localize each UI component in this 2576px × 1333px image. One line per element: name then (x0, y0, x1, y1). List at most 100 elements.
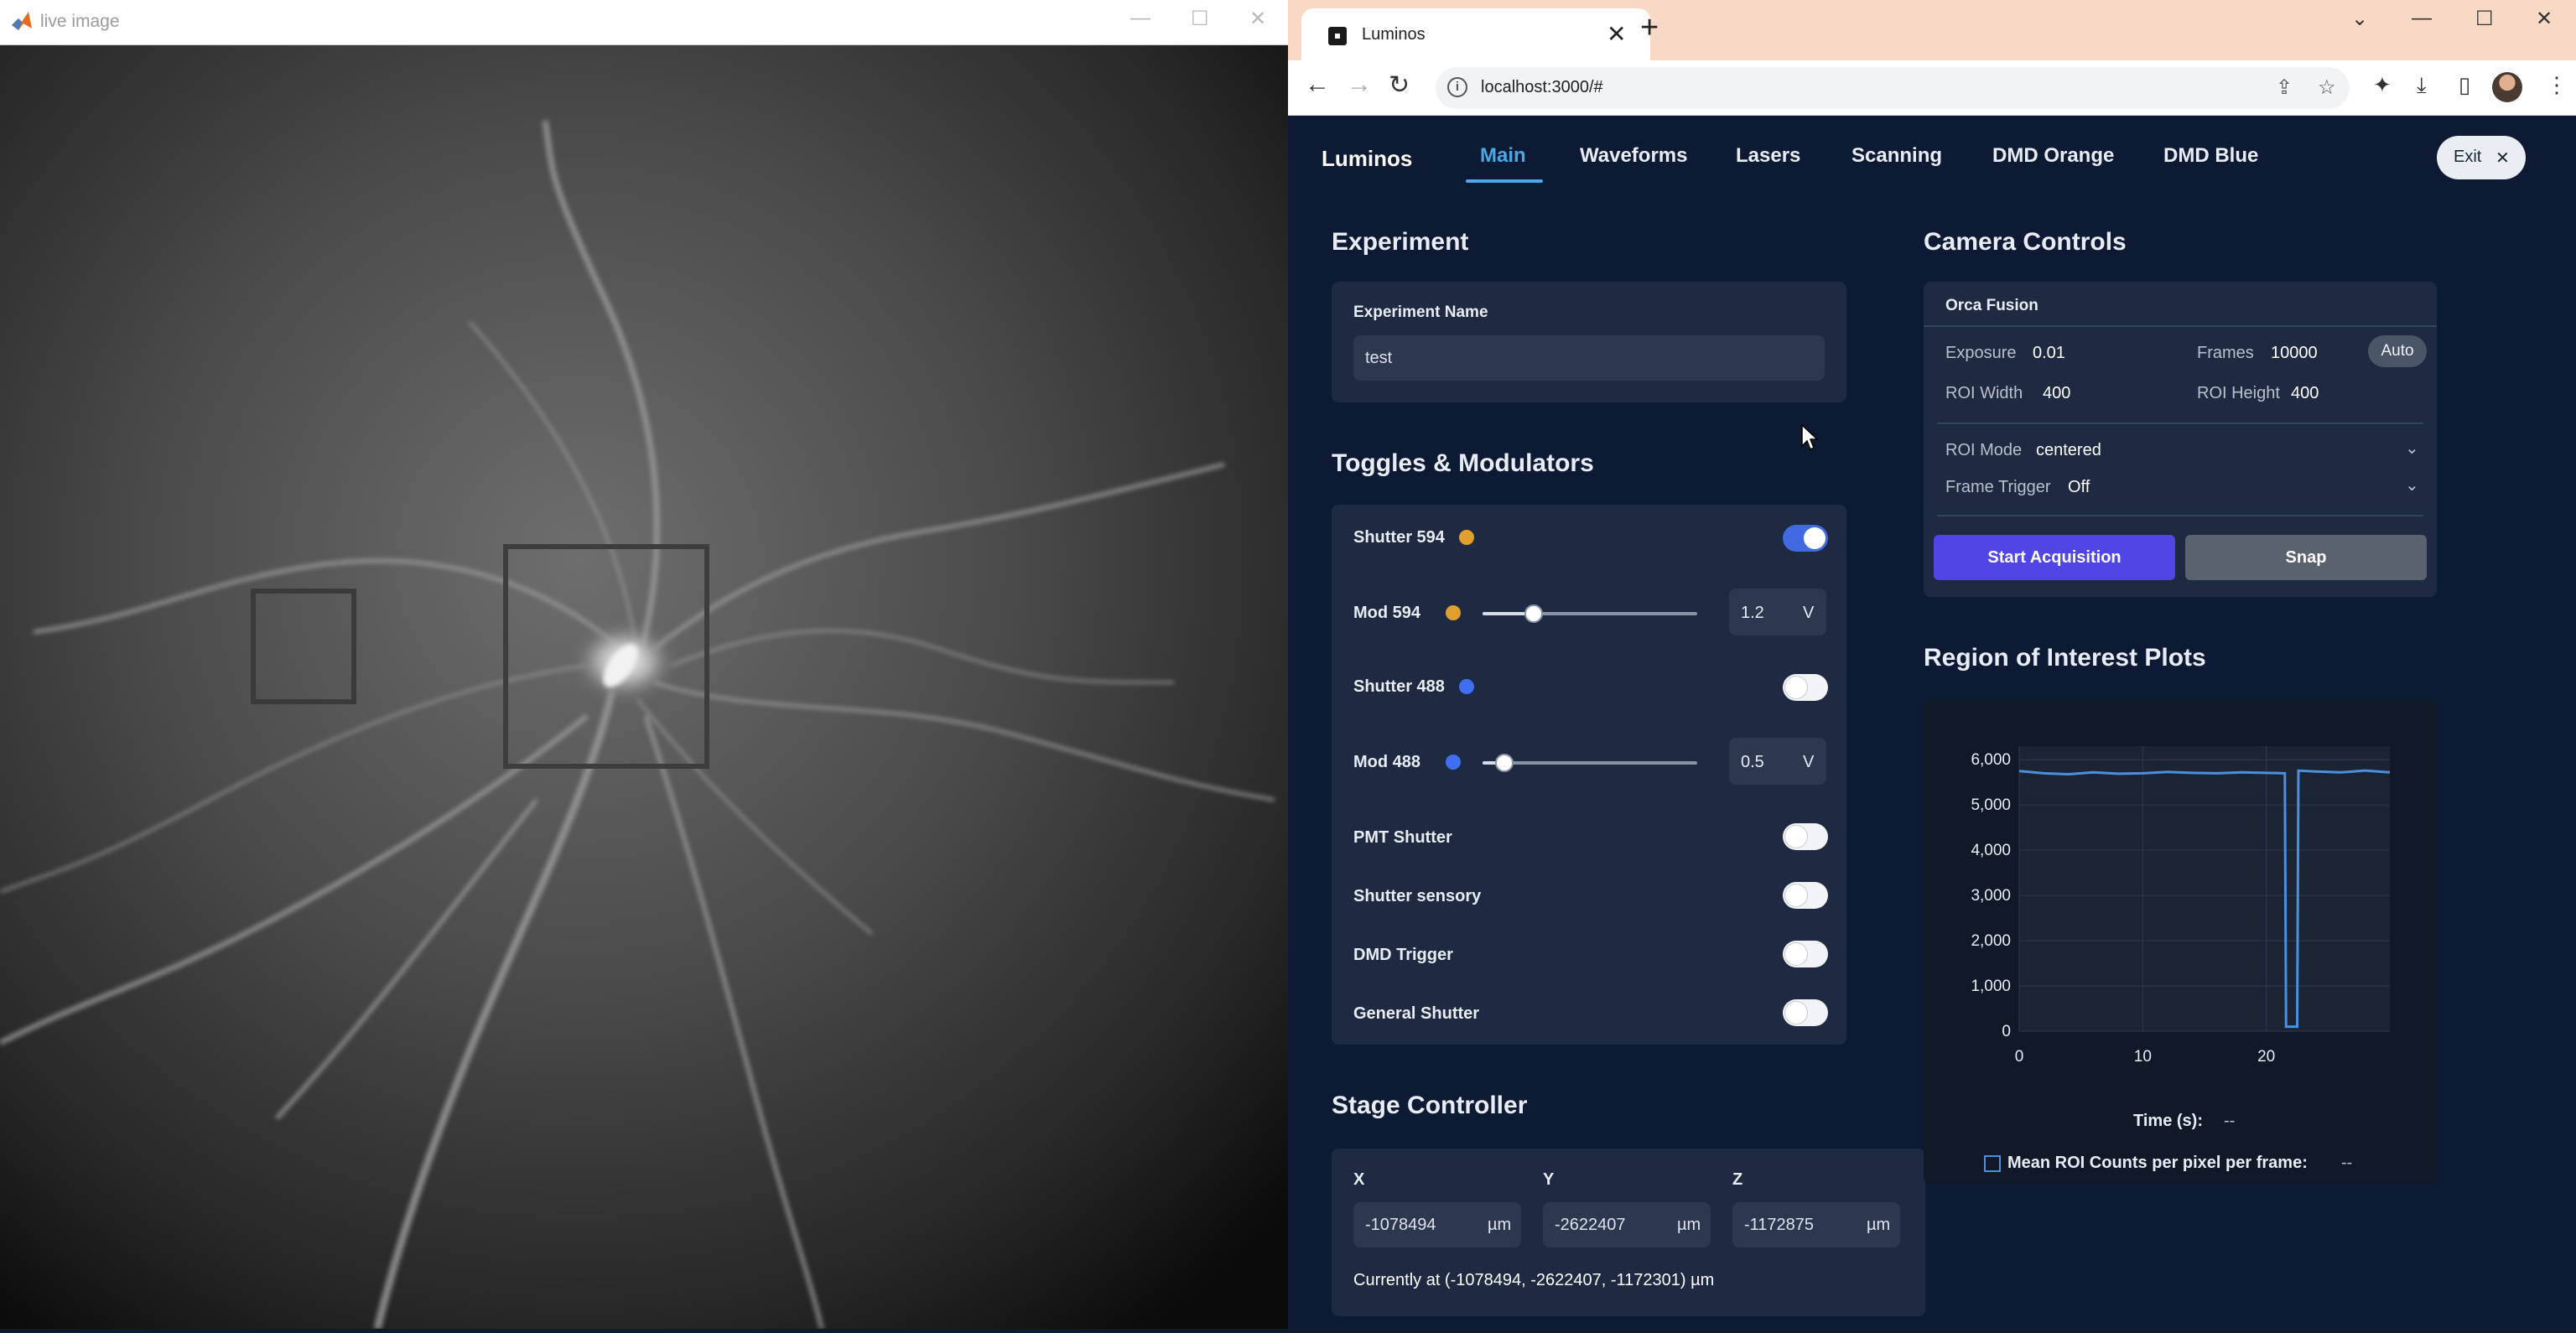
profile-avatar[interactable] (2492, 72, 2522, 102)
toggles-title: Toggles & Modulators (1332, 449, 1594, 477)
mod-594-input[interactable]: 1.2 V (1729, 589, 1826, 635)
y-tick-label: 2,000 (1971, 932, 2011, 950)
tab-dmd-blue[interactable]: DMD Blue (2163, 144, 2258, 168)
stage-z-value: -1172875 (1744, 1216, 1815, 1234)
stage-y-unit: µm (1677, 1216, 1701, 1234)
forward-icon[interactable]: → (1347, 70, 1372, 99)
start-acquisition-button[interactable]: Start Acquisition (1934, 535, 2175, 580)
roi-line-chart[interactable]: 0 1,000 2,000 3,000 4,000 5,000 6,000 0 10 20 (1924, 699, 2437, 1085)
mod-594-slider-thumb[interactable] (1524, 604, 1544, 623)
shutter-488-indicator (1459, 679, 1474, 694)
auto-button[interactable]: Auto (2368, 335, 2427, 367)
site-info-icon[interactable]: i (1447, 77, 1467, 97)
mod-488-input[interactable]: 0.5 V (1729, 738, 1826, 785)
maximize-icon[interactable]: ☐ (1191, 7, 1209, 31)
url-text: localhost:3000/# (1481, 78, 1603, 96)
menu-icon[interactable]: ⋮ (2546, 72, 2568, 98)
y-tick-label: 5,000 (1971, 796, 2011, 814)
luminos-favicon-icon (1328, 27, 1347, 45)
maximize-icon[interactable]: ☐ (2475, 7, 2494, 31)
plot-area (2019, 746, 2390, 1031)
stage-y-label: Y (1543, 1170, 1555, 1189)
tab-scanning[interactable]: Scanning (1852, 144, 1942, 168)
roi-height-value[interactable]: 400 (2291, 384, 2319, 403)
shutter-594-label: Shutter 594 (1353, 528, 1445, 547)
stage-z-input[interactable]: -1172875 µm (1732, 1202, 1900, 1247)
camera-title: Camera Controls (1924, 228, 2127, 256)
exposure-value[interactable]: 0.01 (2033, 344, 2065, 363)
mod-488-indicator (1446, 755, 1461, 770)
share-icon[interactable]: ⇪ (2276, 75, 2293, 100)
camera-name: Orca Fusion (1945, 297, 2038, 314)
stage-y-input[interactable]: -2622407 µm (1543, 1202, 1711, 1247)
experiment-name-value: test (1365, 349, 1393, 367)
snap-button[interactable]: Snap (2185, 535, 2427, 580)
reload-icon[interactable]: ↻ (1389, 70, 1410, 100)
mod-594-unit: V (1803, 604, 1815, 622)
chevron-down-icon[interactable]: ⌄ (2405, 475, 2419, 495)
tab-main[interactable]: Main (1480, 144, 1526, 168)
tab-lasers[interactable]: Lasers (1736, 144, 1800, 168)
frame-trigger-select[interactable]: Off (2068, 478, 2090, 497)
back-icon[interactable]: ← (1305, 70, 1330, 99)
mod-488-slider-thumb[interactable] (1494, 754, 1514, 772)
roi-mode-select[interactable]: centered (2036, 441, 2101, 460)
general-shutter-toggle[interactable] (1783, 999, 1828, 1026)
tab-search-icon[interactable]: ⌄ (2351, 7, 2368, 31)
shutter-594-toggle[interactable] (1783, 525, 1828, 552)
mod-488-unit: V (1803, 753, 1815, 771)
time-label: Time (s): (2133, 1112, 2203, 1130)
bookmark-star-icon[interactable]: ☆ (2318, 75, 2336, 100)
y-tick-label: 4,000 (1971, 842, 2011, 859)
experiment-title: Experiment (1332, 228, 1469, 256)
frame-trigger-label: Frame Trigger (1945, 478, 2051, 496)
minimize-icon[interactable]: — (1130, 7, 1150, 30)
legend-swatch[interactable] (1984, 1155, 2001, 1172)
extensions-icon[interactable]: ✦ (2373, 72, 2392, 98)
frames-value[interactable]: 10000 (2271, 344, 2318, 363)
download-icon[interactable]: ⤓ (2417, 72, 2427, 99)
live-image-titlebar: live image — ☐ ✕ (0, 0, 1288, 45)
stage-title: Stage Controller (1332, 1092, 1528, 1119)
microscope-live-image[interactable] (0, 45, 1288, 1330)
camera-card: Orca Fusion Exposure 0.01 Frames 10000 A… (1924, 282, 2437, 597)
roi-width-value[interactable]: 400 (2043, 384, 2070, 403)
luminos-app: Luminos Main Waveforms Lasers Scanning D… (1288, 116, 2576, 1329)
live-image-window: live image — ☐ ✕ (0, 0, 1288, 1330)
tab-waveforms[interactable]: Waveforms (1580, 144, 1687, 168)
stage-z-unit: µm (1867, 1216, 1891, 1234)
chevron-down-icon[interactable]: ⌄ (2405, 438, 2419, 459)
toggles-card: Shutter 594 Mod 594 1.2 V Shutter 488 Mo… (1332, 505, 1846, 1045)
new-tab-button[interactable]: + (1640, 12, 1659, 44)
experiment-name-input[interactable]: test (1353, 335, 1825, 381)
y-tick-label: 6,000 (1971, 751, 2011, 769)
tab-dmd-orange[interactable]: DMD Orange (1992, 144, 2114, 168)
camera-divider-3 (1937, 515, 2423, 516)
pmt-shutter-toggle[interactable] (1783, 823, 1828, 850)
url-field[interactable]: i localhost:3000/# ⇪ ☆ (1436, 67, 2350, 109)
mod-594-indicator (1446, 605, 1461, 620)
close-icon[interactable]: ✕ (2536, 7, 2553, 31)
close-icon[interactable]: ✕ (1249, 7, 1266, 31)
mod-488-slider[interactable] (1483, 754, 1697, 772)
y-tick-label: 0 (2002, 1023, 2011, 1040)
time-value: -- (2224, 1112, 2236, 1130)
exit-button[interactable]: Exit ✕ (2437, 136, 2526, 179)
minimize-icon[interactable]: — (2412, 7, 2432, 30)
frames-label: Frames (2197, 344, 2254, 362)
browser-tab[interactable]: Luminos ✕ (1301, 8, 1650, 60)
y-tick-label: 3,000 (1971, 887, 2011, 905)
side-panel-icon[interactable]: ▯ (2459, 72, 2470, 98)
exposure-label: Exposure (1945, 344, 2017, 362)
roi-width-label: ROI Width (1945, 384, 2023, 402)
mod-594-slider[interactable] (1483, 604, 1697, 623)
general-shutter-label: General Shutter (1353, 1004, 1480, 1023)
y-tick-label: 1,000 (1971, 978, 2011, 995)
shutter-sensory-toggle[interactable] (1783, 882, 1828, 909)
dmd-trigger-toggle[interactable] (1783, 941, 1828, 967)
tab-close-icon[interactable]: ✕ (1607, 20, 1626, 48)
mod-488-label: Mod 488 (1353, 753, 1421, 771)
shutter-594-indicator (1459, 530, 1474, 545)
stage-x-input[interactable]: -1078494 µm (1353, 1202, 1521, 1247)
shutter-488-toggle[interactable] (1783, 674, 1828, 701)
